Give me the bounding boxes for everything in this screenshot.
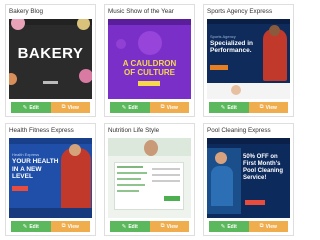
- pencil-icon: ✎: [220, 223, 226, 230]
- preview-kicker: Sports Agency: [210, 34, 236, 39]
- external-link-icon: ⧉: [259, 223, 264, 229]
- edit-button[interactable]: ✎ Edit: [11, 102, 51, 113]
- card-title: Health Fitness Express: [9, 127, 74, 134]
- view-button[interactable]: ⧉ View: [50, 221, 90, 232]
- edit-button[interactable]: ✎ Edit: [209, 221, 249, 232]
- card-actions: ✎ Edit ⧉ View: [209, 221, 288, 232]
- template-card-nutrition-life-style: Nutrition Life Style ✎ Edit ⧉ View: [104, 123, 195, 236]
- pencil-icon: ✎: [22, 223, 28, 230]
- card-actions: ✎ Edit ⧉ View: [11, 221, 90, 232]
- edit-button[interactable]: ✎ Edit: [209, 102, 249, 113]
- view-button[interactable]: ⧉ View: [248, 221, 288, 232]
- card-actions: ✎ Edit ⧉ View: [209, 102, 288, 113]
- external-link-icon: ⧉: [259, 104, 264, 110]
- template-card-pool-cleaning: Pool Cleaning Express 50% OFF on First M…: [203, 123, 294, 236]
- external-link-icon: ⧉: [160, 223, 165, 229]
- preview-headline: YOUR HEALTH IN A NEW LEVEL: [12, 158, 59, 180]
- edit-button[interactable]: ✎ Edit: [110, 221, 150, 232]
- edit-button[interactable]: ✎ Edit: [11, 221, 51, 232]
- view-button[interactable]: ⧉ View: [149, 102, 189, 113]
- template-card-bakery-blog: Bakery Blog BAKERY ✎ Edit ⧉ View: [5, 4, 96, 117]
- template-preview[interactable]: Sports Agency Specialized in Performance…: [207, 19, 290, 99]
- template-card-music-show: Music Show of the Year A CAULDRON OF CUL…: [104, 4, 195, 117]
- template-preview[interactable]: BAKERY: [9, 19, 92, 99]
- external-link-icon: ⧉: [160, 104, 165, 110]
- card-title: Music Show of the Year: [108, 8, 174, 15]
- pencil-icon: ✎: [220, 104, 226, 111]
- view-button[interactable]: ⧉ View: [248, 102, 288, 113]
- card-actions: ✎ Edit ⧉ View: [11, 102, 90, 113]
- template-preview[interactable]: [108, 138, 191, 218]
- external-link-icon: ⧉: [61, 104, 66, 110]
- preview-headline: A CAULDRON OF CULTURE: [122, 59, 177, 77]
- pencil-icon: ✎: [121, 223, 127, 230]
- template-card-health-fitness: Health Fitness Express Health Express YO…: [5, 123, 96, 236]
- view-button[interactable]: ⧉ View: [149, 221, 189, 232]
- pencil-icon: ✎: [121, 104, 127, 111]
- pencil-icon: ✎: [22, 104, 28, 111]
- external-link-icon: ⧉: [61, 223, 66, 229]
- template-preview[interactable]: A CAULDRON OF CULTURE: [108, 19, 191, 99]
- template-card-sports-agency: Sports Agency Express Sports Agency Spec…: [203, 4, 294, 117]
- edit-button[interactable]: ✎ Edit: [110, 102, 150, 113]
- view-button[interactable]: ⧉ View: [50, 102, 90, 113]
- card-actions: ✎ Edit ⧉ View: [110, 221, 189, 232]
- preview-headline: BAKERY: [17, 45, 84, 62]
- card-title: Nutrition Life Style: [108, 127, 160, 134]
- card-actions: ✎ Edit ⧉ View: [110, 102, 189, 113]
- template-preview[interactable]: Health Express YOUR HEALTH IN A NEW LEVE…: [9, 138, 92, 218]
- preview-headline: 50% OFF on First Month's Pool Cleaning S…: [243, 154, 284, 181]
- card-title: Bakery Blog: [9, 8, 43, 15]
- preview-headline: Specialized in Performance.: [210, 40, 253, 54]
- card-title: Sports Agency Express: [207, 8, 273, 15]
- preview-kicker: Health Express: [12, 152, 40, 157]
- card-title: Pool Cleaning Express: [207, 127, 271, 134]
- template-preview[interactable]: 50% OFF on First Month's Pool Cleaning S…: [207, 138, 290, 218]
